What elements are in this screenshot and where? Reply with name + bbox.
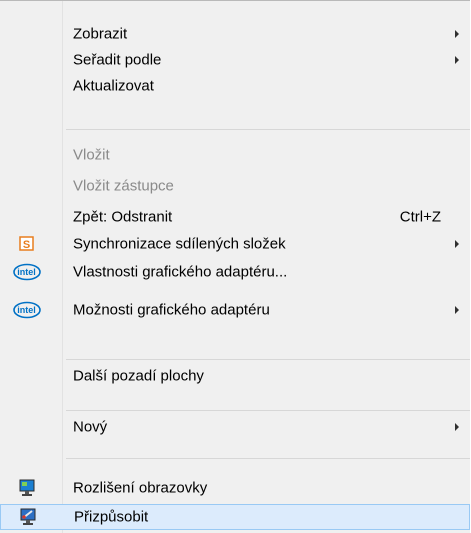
intel-icon: intel [12,300,42,320]
svg-text:intel: intel [17,267,36,277]
monitor-icon [12,478,42,498]
menu-item-view[interactable]: Zobrazit [0,21,470,47]
menu-item-label: Vlastnosti grafického adaptéru... [73,263,288,281]
menu-item-label: Zobrazit [73,25,128,43]
submenu-arrow-icon [455,30,459,38]
menu-item-refresh[interactable]: Aktualizovat [0,73,470,99]
menu-item-next-desktop-background[interactable]: Další pozadí plochy [0,363,470,389]
menu-item-paste-shortcut: Vložit zástupce [0,173,470,199]
menu-item-screen-resolution[interactable]: Rozlišení obrazovky [0,475,470,501]
menu-item-graphics-options[interactable]: intel Možnosti grafického adaptéru [0,297,470,323]
personalize-icon [13,507,43,527]
menu-separator [66,458,470,459]
svg-text:S: S [23,239,30,251]
context-menu: Zobrazit Seřadit podle Aktualizovat Vlož… [0,0,470,533]
menu-item-label: Vložit zástupce [73,177,174,195]
submenu-arrow-icon [455,240,459,248]
menu-item-label: Možnosti grafického adaptéru [73,301,270,319]
submenu-arrow-icon [455,56,459,64]
menu-item-label: Vložit [73,146,110,164]
menu-separator [66,359,470,360]
menu-item-sync-shared-folders[interactable]: S Synchronizace sdílených složek [0,231,470,257]
submenu-arrow-icon [455,423,459,431]
menu-item-sort-by[interactable]: Seřadit podle [0,47,470,73]
intel-icon: intel [12,262,42,282]
menu-item-undo-delete[interactable]: Zpět: Odstranit Ctrl+Z [0,204,470,230]
menu-item-label: Seřadit podle [73,51,162,69]
menu-item-label: Aktualizovat [73,77,154,95]
menu-item-label: Přizpůsobit [74,508,149,526]
menu-item-label: Synchronizace sdílených složek [73,235,286,253]
menu-item-label: Rozlišení obrazovky [73,479,208,497]
menu-item-label: Zpět: Odstranit [73,208,173,226]
menu-item-label: Nový [73,418,108,436]
menu-separator [66,129,470,130]
menu-item-new[interactable]: Nový [0,414,470,440]
menu-item-label: Další pozadí plochy [73,367,204,385]
menu-separator [66,410,470,411]
svg-text:intel: intel [17,305,36,315]
menu-item-shortcut: Ctrl+Z [399,208,441,226]
menu-item-graphics-properties[interactable]: intel Vlastnosti grafického adaptéru... [0,259,470,285]
menu-item-personalize[interactable]: Přizpůsobit [0,504,470,530]
submenu-arrow-icon [455,306,459,314]
menu-item-paste: Vložit [0,142,470,168]
sync-folder-icon: S [12,234,42,254]
